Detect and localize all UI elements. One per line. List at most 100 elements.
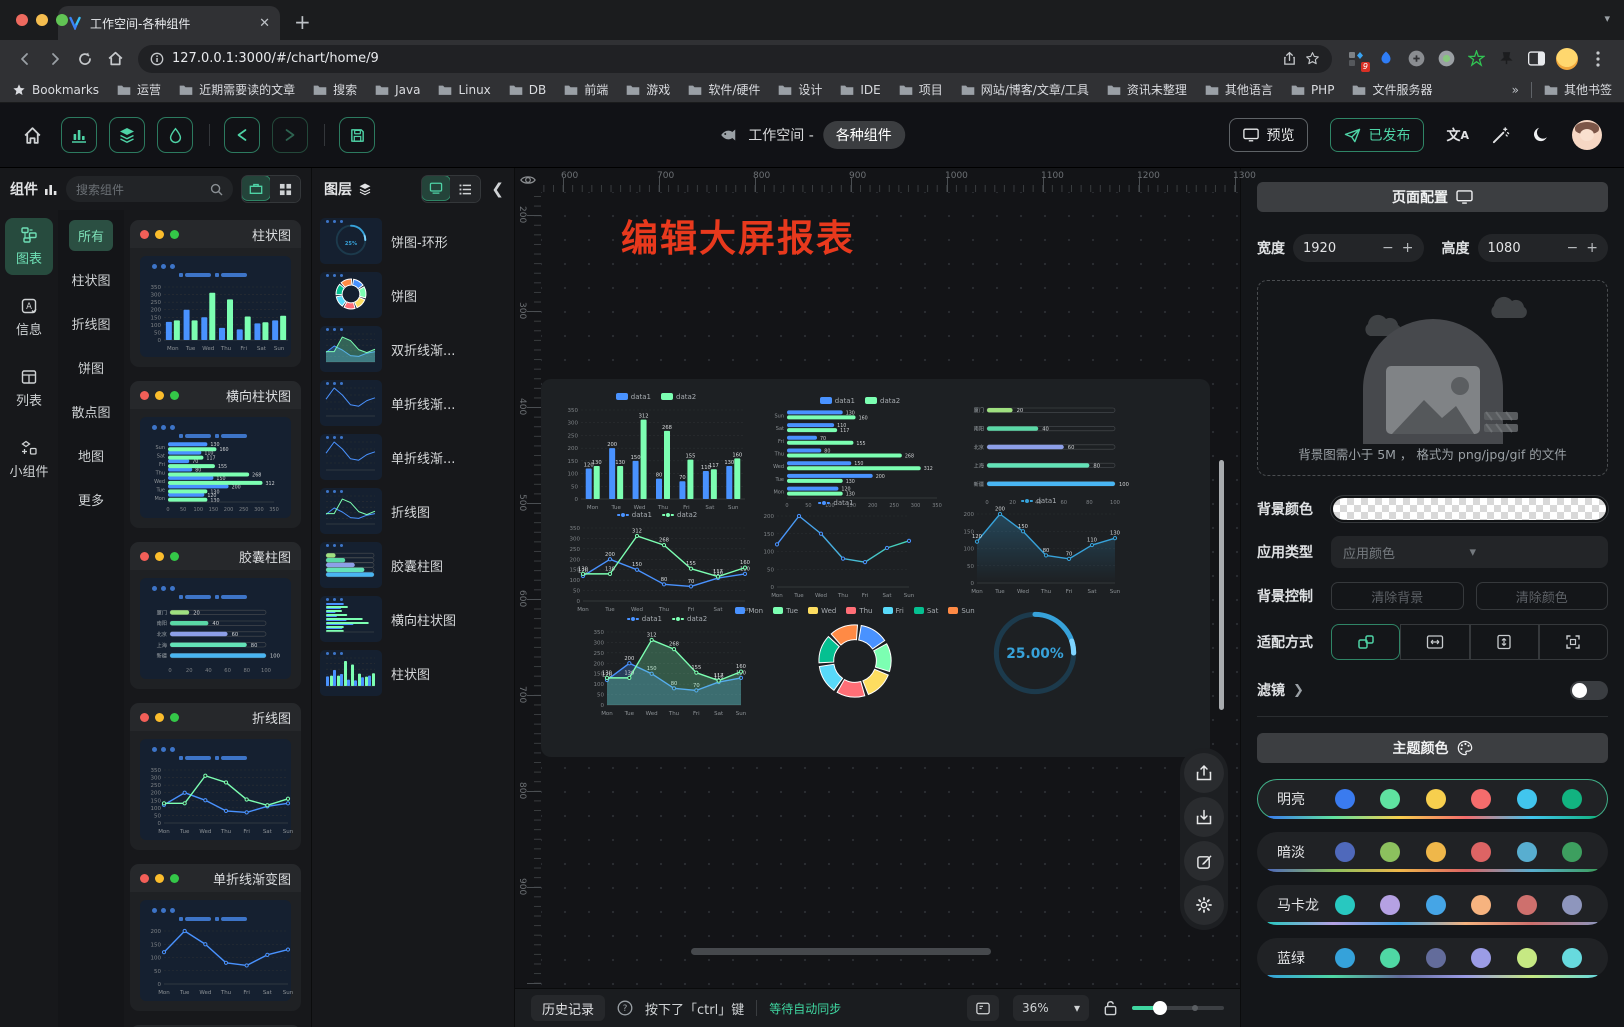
canvas-vertical-scrollbar[interactable] — [1219, 460, 1224, 710]
adapt-width-button[interactable] — [1400, 624, 1469, 660]
bookmark-folder[interactable]: Java — [375, 81, 420, 98]
sidebar-nav-小组件[interactable]: 小组件 — [5, 431, 53, 488]
components-grid-view-button[interactable] — [270, 176, 300, 202]
extension-star-icon[interactable] — [1466, 49, 1486, 69]
single-line-area-chart[interactable]: data1050100150200MonTueWedThuFriSatSun12… — [957, 495, 1121, 597]
theme-color-header[interactable]: 主题颜色 — [1257, 733, 1608, 763]
component-card-capsule[interactable]: 胶囊柱图 厦门20南阳40北京60上海80新疆100020406080100 — [130, 542, 301, 689]
sidebar-nav-列表[interactable]: 列表 — [5, 360, 53, 417]
app-home-icon[interactable] — [22, 125, 43, 146]
bookmark-folder[interactable]: 搜索 — [313, 81, 357, 98]
redo-button[interactable] — [272, 117, 308, 153]
ring-pie-chart[interactable]: MonTueWedThuFriSatSun — [709, 605, 1001, 725]
bookmark-star-icon[interactable] — [1305, 51, 1320, 66]
wand-icon[interactable] — [1491, 126, 1510, 145]
preview-button[interactable]: 预览 — [1229, 118, 1308, 152]
adapt-full-button[interactable] — [1539, 624, 1608, 660]
new-tab-button[interactable]: + — [294, 10, 311, 34]
bookmark-folder[interactable]: PHP — [1291, 81, 1335, 98]
clear-background-button[interactable]: 清除背景 — [1331, 582, 1464, 610]
layer-item[interactable]: 25% 饼图-环形 — [320, 218, 506, 264]
export-icon[interactable] — [1184, 753, 1224, 793]
layer-item[interactable]: 横向柱状图 — [320, 596, 506, 642]
plus-icon[interactable]: + — [1402, 240, 1414, 256]
layer-item[interactable]: 胶囊柱图 — [320, 542, 506, 588]
layer-item[interactable]: 饼图 — [320, 272, 506, 318]
layer-item[interactable]: 双折线渐... — [320, 326, 506, 372]
bookmarks-overflow-icon[interactable]: » — [1512, 83, 1519, 97]
browser-profile-avatar[interactable] — [1556, 48, 1578, 70]
canvas-title-text[interactable]: 编辑大屏报表 — [621, 208, 855, 262]
project-name-pill[interactable]: 各种组件 — [823, 121, 905, 149]
minimize-window-icon[interactable] — [36, 14, 48, 26]
search-input[interactable]: 搜索组件 — [66, 176, 233, 202]
bookmark-folder[interactable]: DB — [509, 81, 546, 98]
progress-ring[interactable]: 25.00% — [989, 607, 1081, 699]
help-icon[interactable]: ? — [617, 1000, 633, 1016]
component-card-line2[interactable]: 折线图 050100150200250300350MonTueWedThuFri… — [130, 703, 301, 850]
tab-search-chevron-icon[interactable]: ▾ — [1604, 12, 1610, 25]
url-bar[interactable]: 127.0.0.1:3000/#/chart/home/9 — [138, 45, 1332, 73]
category-所有[interactable]: 所有 — [69, 220, 113, 251]
bookmark-folder[interactable]: Linux — [438, 81, 490, 98]
layer-item[interactable]: 单折线渐... — [320, 380, 506, 426]
zoom-select[interactable]: 36%▾ — [1013, 995, 1089, 1021]
collapse-layers-icon[interactable]: ❮ — [489, 180, 506, 198]
layers-thumbnail-view-button[interactable] — [421, 175, 451, 201]
extension-grid-icon[interactable]: 9 — [1346, 49, 1366, 69]
category-柱状图[interactable]: 柱状图 — [62, 264, 119, 295]
extension-circle1-icon[interactable] — [1406, 49, 1426, 69]
category-地图[interactable]: 地图 — [69, 440, 113, 471]
category-更多[interactable]: 更多 — [69, 484, 113, 515]
single-line-gradient-chart[interactable]: data1050100150200MonTueWedThuFriSatSun — [757, 497, 915, 601]
adapt-height-button[interactable] — [1470, 624, 1539, 660]
detail-panel-toggle-button[interactable] — [157, 117, 193, 153]
forward-icon[interactable] — [42, 51, 68, 67]
sidebar-nav-图表[interactable]: 图表 — [5, 218, 53, 275]
tab-close-icon[interactable]: ✕ — [259, 16, 270, 31]
canvas-horizontal-scrollbar[interactable] — [691, 948, 991, 955]
bookmarks-manager[interactable]: Bookmarks — [12, 83, 99, 97]
category-饼图[interactable]: 饼图 — [69, 352, 113, 383]
theme-row-蓝绿[interactable]: 蓝绿 — [1257, 938, 1608, 978]
home-icon[interactable] — [102, 50, 128, 67]
canvas-viewport[interactable]: 编辑大屏报表 data1data2050100150200250300350Mo… — [541, 192, 1240, 988]
background-upload-dropzone[interactable]: 背景图需小于 5M ， 格式为 png/jpg/gif 的文件 — [1257, 280, 1608, 476]
sidebar-nav-信息[interactable]: A信息 — [5, 289, 53, 346]
other-bookmarks-folder[interactable]: 其他书签 — [1544, 81, 1612, 98]
bookmark-folder[interactable]: 设计 — [778, 81, 822, 98]
layers-panel-toggle-button[interactable] — [109, 117, 145, 153]
charts-panel-toggle-button[interactable] — [61, 117, 97, 153]
window-controls[interactable] — [16, 14, 68, 26]
adapt-scale-button[interactable] — [1331, 624, 1400, 660]
gear-icon[interactable] — [1184, 885, 1224, 925]
zoom-slider-knob[interactable] — [1153, 1001, 1167, 1015]
import-icon[interactable] — [1184, 797, 1224, 837]
bookmark-folder[interactable]: 近期需要读的文章 — [179, 81, 295, 98]
bookmark-folder[interactable]: 运营 — [117, 81, 161, 98]
shortcut-panel-button[interactable] — [967, 995, 999, 1021]
extension-circle2-icon[interactable] — [1436, 49, 1456, 69]
language-toggle-icon[interactable]: 文A — [1446, 125, 1469, 145]
extension-pin-icon[interactable] — [1496, 49, 1516, 69]
minus-icon[interactable]: − — [1567, 240, 1579, 256]
plus-icon[interactable]: + — [1586, 240, 1598, 256]
bookmark-folder[interactable]: 网站/博客/文章/工具 — [961, 81, 1089, 98]
bookmark-folder[interactable]: 其他语言 — [1205, 81, 1273, 98]
publish-button[interactable]: 已发布 — [1330, 118, 1424, 152]
site-info-icon[interactable] — [150, 52, 164, 66]
dark-mode-moon-icon[interactable] — [1532, 126, 1550, 144]
share-icon[interactable] — [1282, 51, 1297, 66]
reload-icon[interactable] — [72, 51, 98, 67]
edit-icon[interactable] — [1184, 841, 1224, 881]
undo-button[interactable] — [224, 117, 260, 153]
theme-row-暗淡[interactable]: 暗淡 — [1257, 832, 1608, 872]
lock-icon[interactable] — [1103, 1000, 1118, 1016]
height-input[interactable]: 1080−+ — [1478, 234, 1609, 262]
app-type-select[interactable]: 应用颜色 ▾ — [1331, 536, 1608, 568]
background-color-picker[interactable] — [1331, 496, 1608, 522]
horizontal-bar-chart[interactable]: data1data2050100150200250300350Mon120130… — [763, 395, 957, 511]
category-散点图[interactable]: 散点图 — [62, 396, 119, 427]
capsule-chart[interactable]: 厦门20南阳40北京60上海80新疆100020406080100 — [961, 395, 1143, 507]
extension-kite-icon[interactable] — [1376, 49, 1396, 69]
